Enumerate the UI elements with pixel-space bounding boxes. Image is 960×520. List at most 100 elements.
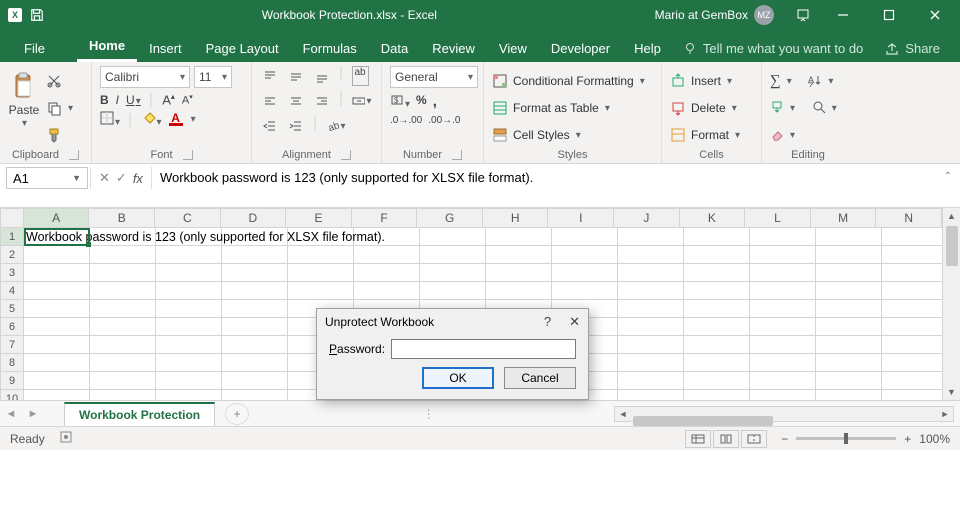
accounting-format-button[interactable]: $▾ [390, 93, 410, 110]
sheet-nav-next[interactable]: ► [22, 408, 44, 420]
dialog-close-button[interactable]: ✕ [569, 314, 580, 330]
tab-file[interactable]: File [10, 35, 59, 62]
maximize-button[interactable] [868, 0, 910, 30]
decrease-font-button[interactable]: A▾ [182, 93, 193, 107]
align-top-button[interactable] [260, 66, 280, 86]
conditional-formatting-button[interactable]: Conditional Formatting▾ [492, 70, 653, 92]
find-select-button[interactable] [812, 100, 826, 117]
italic-button[interactable]: I [116, 93, 119, 107]
decrease-decimal-button[interactable]: .00→.0 [428, 115, 460, 126]
dialog-help-button[interactable]: ? [544, 314, 551, 330]
share-button[interactable]: Share [875, 35, 950, 62]
scroll-left-icon[interactable]: ◄ [615, 409, 631, 419]
align-center-button[interactable] [286, 91, 306, 111]
col-header[interactable]: H [483, 208, 549, 228]
sort-filter-button[interactable]: AZ [808, 73, 822, 90]
tell-me-search[interactable]: Tell me what you want to do [673, 35, 873, 62]
enter-formula-icon[interactable]: ✓ [116, 170, 127, 186]
comma-button[interactable]: , [433, 93, 437, 110]
tab-developer[interactable]: Developer [539, 35, 622, 62]
name-box[interactable]: A1▼ [6, 167, 88, 189]
row-header[interactable]: 6 [0, 318, 24, 336]
scroll-thumb[interactable] [946, 226, 958, 266]
formula-input[interactable]: Workbook password is 123 (only supported… [152, 167, 960, 207]
tab-help[interactable]: Help [622, 35, 673, 62]
minimize-button[interactable] [822, 0, 864, 30]
new-sheet-button[interactable]: + [225, 403, 249, 425]
font-color-button[interactable]: A [169, 113, 183, 126]
col-header[interactable]: G [417, 208, 483, 228]
row-header[interactable]: 5 [0, 300, 24, 318]
col-header[interactable]: N [876, 208, 942, 228]
sheet-nav-prev[interactable]: ◄ [0, 408, 22, 420]
delete-cells-button[interactable]: Delete▾ [670, 97, 753, 119]
password-input[interactable] [391, 339, 576, 359]
chevron-down-icon[interactable]: ▼ [72, 173, 81, 183]
account-user[interactable]: Mario at GemBox MZ [655, 5, 774, 25]
tab-review[interactable]: Review [420, 35, 487, 62]
cut-button[interactable] [46, 70, 73, 92]
view-page-layout-button[interactable] [713, 430, 739, 448]
zoom-control[interactable]: − + 100% [781, 432, 950, 446]
increase-indent-button[interactable] [286, 116, 306, 136]
row-header[interactable]: 9 [0, 372, 24, 390]
align-right-button[interactable] [312, 91, 332, 111]
number-format-combo[interactable]: General▾ [390, 66, 478, 88]
zoom-percent[interactable]: 100% [919, 432, 950, 446]
tab-home[interactable]: Home [77, 32, 137, 62]
dialog-launcher-icon[interactable] [452, 150, 462, 160]
col-header[interactable]: K [680, 208, 746, 228]
col-header[interactable]: F [352, 208, 418, 228]
tab-page-layout[interactable]: Page Layout [194, 35, 291, 62]
cell-styles-button[interactable]: Cell Styles▾ [492, 124, 653, 146]
expand-formula-bar-icon[interactable]: ⌃ [944, 171, 952, 182]
zoom-in-button[interactable]: + [904, 432, 911, 446]
underline-button[interactable]: U▾ [126, 93, 141, 107]
vertical-scrollbar[interactable]: ▲ ▼ [942, 208, 960, 400]
autosum-button[interactable]: ∑ [770, 73, 781, 90]
font-name-combo[interactable]: Calibri▾ [100, 66, 190, 88]
col-header[interactable]: I [548, 208, 614, 228]
increase-decimal-button[interactable]: .0→.00 [390, 115, 422, 126]
merge-center-button[interactable]: ▾ [352, 91, 372, 111]
col-header[interactable]: J [614, 208, 680, 228]
ribbon-options-icon[interactable] [788, 0, 818, 30]
format-as-table-button[interactable]: Format as Table▾ [492, 97, 653, 119]
col-header[interactable]: L [745, 208, 811, 228]
paste-button[interactable]: Paste ▾ [8, 66, 40, 129]
insert-cells-button[interactable]: Insert▾ [670, 70, 753, 92]
row-header[interactable]: 10 [0, 390, 24, 400]
bold-button[interactable]: B [100, 93, 109, 107]
dialog-launcher-icon[interactable] [69, 150, 79, 160]
row-header[interactable]: 1 [0, 228, 24, 246]
align-bottom-button[interactable] [312, 66, 332, 86]
col-header[interactable]: D [221, 208, 287, 228]
copy-button[interactable]: ▾ [46, 97, 73, 119]
row-header[interactable]: 7 [0, 336, 24, 354]
percent-button[interactable]: % [416, 93, 427, 110]
align-left-button[interactable] [260, 91, 280, 111]
decrease-indent-button[interactable] [260, 116, 280, 136]
align-middle-button[interactable] [286, 66, 306, 86]
orientation-button[interactable]: ab▾ [326, 116, 346, 136]
scroll-thumb[interactable] [633, 416, 773, 426]
tab-insert[interactable]: Insert [137, 35, 194, 62]
zoom-slider[interactable] [796, 437, 896, 440]
col-header[interactable]: E [286, 208, 352, 228]
tab-formulas[interactable]: Formulas [291, 35, 369, 62]
save-icon[interactable] [30, 8, 44, 22]
col-header[interactable]: A [24, 208, 90, 228]
ok-button[interactable]: OK [422, 367, 494, 389]
row-header[interactable]: 4 [0, 282, 24, 300]
dialog-launcher-icon[interactable] [183, 150, 193, 160]
row-header[interactable]: 3 [0, 264, 24, 282]
col-header[interactable]: C [155, 208, 221, 228]
view-page-break-button[interactable] [741, 430, 767, 448]
clear-button[interactable] [770, 127, 784, 144]
fill-color-button[interactable]: ▾ [142, 111, 162, 128]
fill-button[interactable] [770, 100, 784, 117]
tab-data[interactable]: Data [369, 35, 420, 62]
row-header[interactable]: 8 [0, 354, 24, 372]
col-header[interactable]: M [811, 208, 877, 228]
borders-button[interactable]: ▾ [100, 111, 120, 128]
